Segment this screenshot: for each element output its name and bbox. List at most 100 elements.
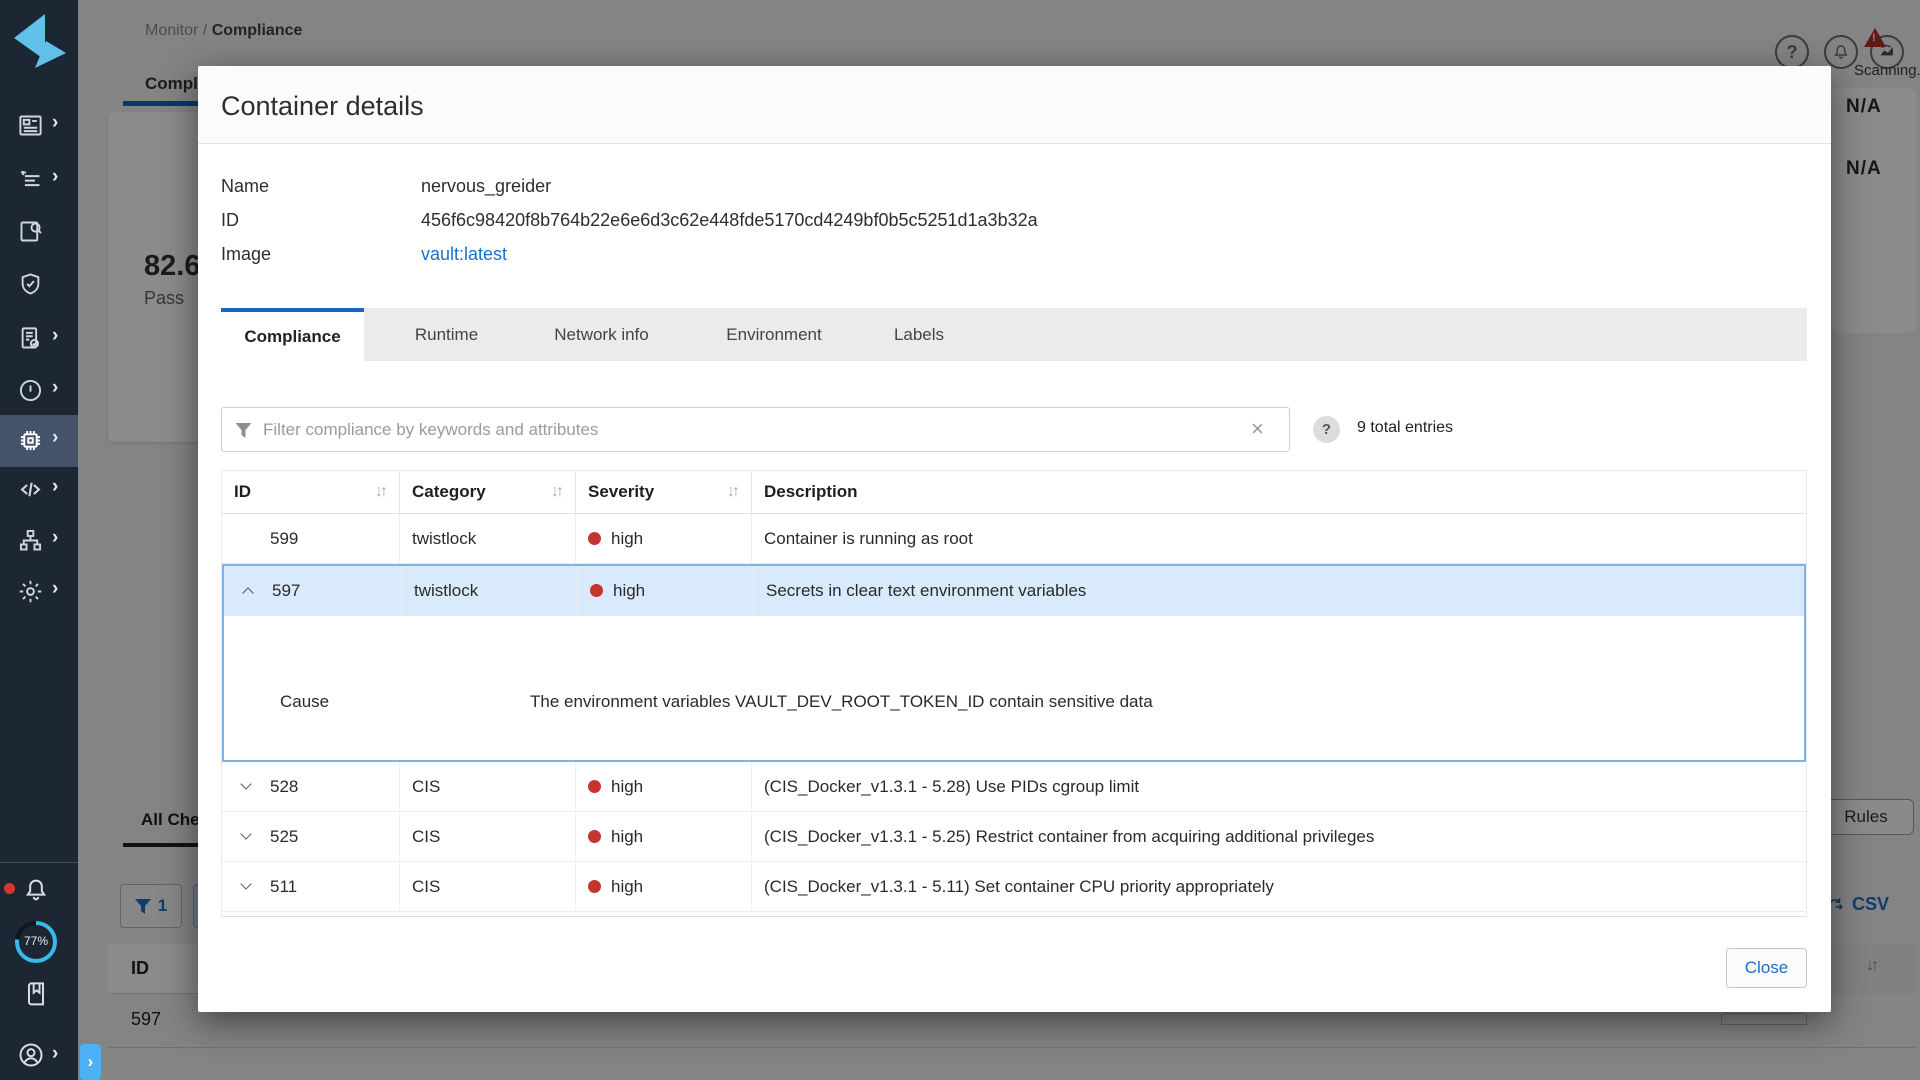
partial-row <box>222 912 1806 917</box>
collapse-caret-icon[interactable] <box>242 587 253 598</box>
cell-description: Container is running as root <box>752 514 1806 563</box>
document-search-icon <box>17 218 44 245</box>
table-row-599[interactable]: 599twistlockhighContainer is running as … <box>222 514 1806 564</box>
clear-filter-icon[interactable]: × <box>1251 416 1264 442</box>
cell-category: CIS <box>400 862 576 911</box>
severity-dot-icon <box>588 880 601 893</box>
sidebar-item-profile[interactable]: › <box>0 1033 78 1077</box>
sidebar-item-radars[interactable]: › <box>0 468 78 512</box>
tab-labels[interactable]: Labels <box>859 308 979 361</box>
column-header-description[interactable]: Description <box>752 471 1806 513</box>
usage-percent: 77% <box>13 934 59 948</box>
table-row-525[interactable]: 525CIShigh(CIS_Docker_v1.3.1 - 5.25) Res… <box>222 812 1806 862</box>
modal-tabbar: Compliance Runtime Network info Environm… <box>221 308 1807 361</box>
filter-help-icon[interactable]: ? <box>1313 416 1340 443</box>
container-details-modal: Container details Name nervous_greider I… <box>198 66 1831 1012</box>
sidebar-item-incidents[interactable]: › <box>0 369 78 413</box>
column-header-severity[interactable]: Severity↓↑ <box>576 471 752 513</box>
table-row-528[interactable]: 528CIShigh(CIS_Docker_v1.3.1 - 5.28) Use… <box>222 762 1806 812</box>
severity-dot-icon <box>588 532 601 545</box>
detail-row-id: ID 456f6c98420f8b764b22e6e6d3c62e448fde5… <box>198 203 1831 237</box>
table-row-511[interactable]: 511CIShigh(CIS_Docker_v1.3.1 - 5.11) Set… <box>222 862 1806 912</box>
id-value: 456f6c98420f8b764b22e6e6d3c62e448fde5170… <box>421 203 1038 237</box>
cell-severity: high <box>576 862 752 911</box>
report-check-icon <box>17 325 44 352</box>
expand-caret-icon[interactable] <box>240 878 251 889</box>
cell-category: twistlock <box>400 514 576 563</box>
cell-id: 597 <box>224 566 402 616</box>
resource-usage-ring[interactable]: 77% <box>13 919 59 965</box>
modal-header: Container details <box>198 66 1831 144</box>
code-icon <box>17 476 44 503</box>
sidebar-item-settings[interactable]: › <box>0 570 78 614</box>
cell-id: 528 <box>222 762 400 811</box>
prisma-logo-icon <box>4 8 74 74</box>
notification-dot <box>4 883 15 894</box>
sidebar-item-containers-active[interactable]: › <box>0 415 78 467</box>
close-button[interactable]: Close <box>1726 948 1807 988</box>
sidebar-item-network[interactable]: › <box>0 519 78 563</box>
shield-check-icon <box>17 271 44 298</box>
severity-dot-icon <box>590 584 603 597</box>
detail-row-image: Image vault:latest <box>198 237 1831 271</box>
column-header-id[interactable]: ID↓↑ <box>222 471 400 513</box>
sort-icon[interactable]: ↓↑ <box>727 471 737 513</box>
cell-category: twistlock <box>402 566 578 616</box>
table-header-row: ID↓↑Category↓↑Severity↓↑Description <box>222 471 1806 514</box>
sidebar-item-compliance[interactable] <box>0 263 78 307</box>
tab-environment[interactable]: Environment <box>689 308 859 361</box>
network-hierarchy-icon <box>17 527 44 554</box>
cell-description: (CIS_Docker_v1.3.1 - 5.28) Use PIDs cgro… <box>752 762 1806 811</box>
cause-label: Cause <box>280 692 329 712</box>
tab-compliance[interactable]: Compliance <box>221 308 364 361</box>
cell-description: Secrets in clear text environment variab… <box>754 566 1804 616</box>
cell-severity: high <box>578 566 754 616</box>
severity-dot-icon <box>588 830 601 843</box>
expand-caret-icon[interactable] <box>240 778 251 789</box>
severity-dot-icon <box>588 780 601 793</box>
sort-icon[interactable]: ↓↑ <box>551 471 561 513</box>
total-entries: 9 total entries <box>1357 419 1453 437</box>
sidebar-item-reports[interactable]: › <box>0 317 78 361</box>
column-header-category[interactable]: Category↓↑ <box>400 471 576 513</box>
sidebar-item-monitor[interactable] <box>0 210 78 254</box>
name-value: nervous_greider <box>421 169 551 203</box>
cell-category: CIS <box>400 812 576 861</box>
dashboard-icon <box>17 112 44 139</box>
cell-severity: high <box>576 514 752 563</box>
tab-network-info[interactable]: Network info <box>514 308 689 361</box>
tab-runtime[interactable]: Runtime <box>379 308 514 361</box>
image-link[interactable]: vault:latest <box>421 237 507 271</box>
image-label: Image <box>221 237 271 271</box>
screen: Monitor / Compliance Compl 82.6 Pass N/A… <box>0 0 1920 1080</box>
cell-description: (CIS_Docker_v1.3.1 - 5.25) Restrict cont… <box>752 812 1806 861</box>
gear-icon <box>17 578 44 605</box>
table-row-597[interactable]: 597twistlockhighSecrets in clear text en… <box>224 566 1804 616</box>
cell-description: (CIS_Docker_v1.3.1 - 5.11) Set container… <box>752 862 1806 911</box>
sidebar-expand-button[interactable]: › <box>80 1044 101 1080</box>
sort-icon[interactable]: ↓↑ <box>375 471 385 513</box>
sidebar-item-defend[interactable]: › <box>0 158 78 202</box>
cell-id: 525 <box>222 812 400 861</box>
cell-severity: high <box>576 812 752 861</box>
expand-caret-icon[interactable] <box>240 828 251 839</box>
name-label: Name <box>221 169 269 203</box>
modal-title: Container details <box>221 91 424 122</box>
compliance-filter-input[interactable] <box>221 407 1290 452</box>
cell-severity: high <box>576 762 752 811</box>
sidebar-divider <box>0 862 78 863</box>
docs-book-icon[interactable] <box>22 981 50 1009</box>
cause-detail-area: CauseThe environment variables VAULT_DEV… <box>224 616 1804 760</box>
funnel-icon <box>235 423 252 438</box>
bell-icon[interactable] <box>22 876 50 904</box>
policy-list-icon <box>17 166 44 193</box>
alert-circle-icon <box>17 377 44 404</box>
sidebar: › › › › <box>0 0 78 1080</box>
user-profile-icon <box>17 1041 45 1069</box>
sidebar-item-dashboard[interactable]: › <box>0 104 78 148</box>
compliance-table: ID↓↑Category↓↑Severity↓↑Description599tw… <box>221 470 1807 917</box>
cell-id: 599 <box>222 514 400 563</box>
chip-icon <box>17 427 44 454</box>
detail-row-name: Name nervous_greider <box>198 169 1831 203</box>
cell-id: 511 <box>222 862 400 911</box>
